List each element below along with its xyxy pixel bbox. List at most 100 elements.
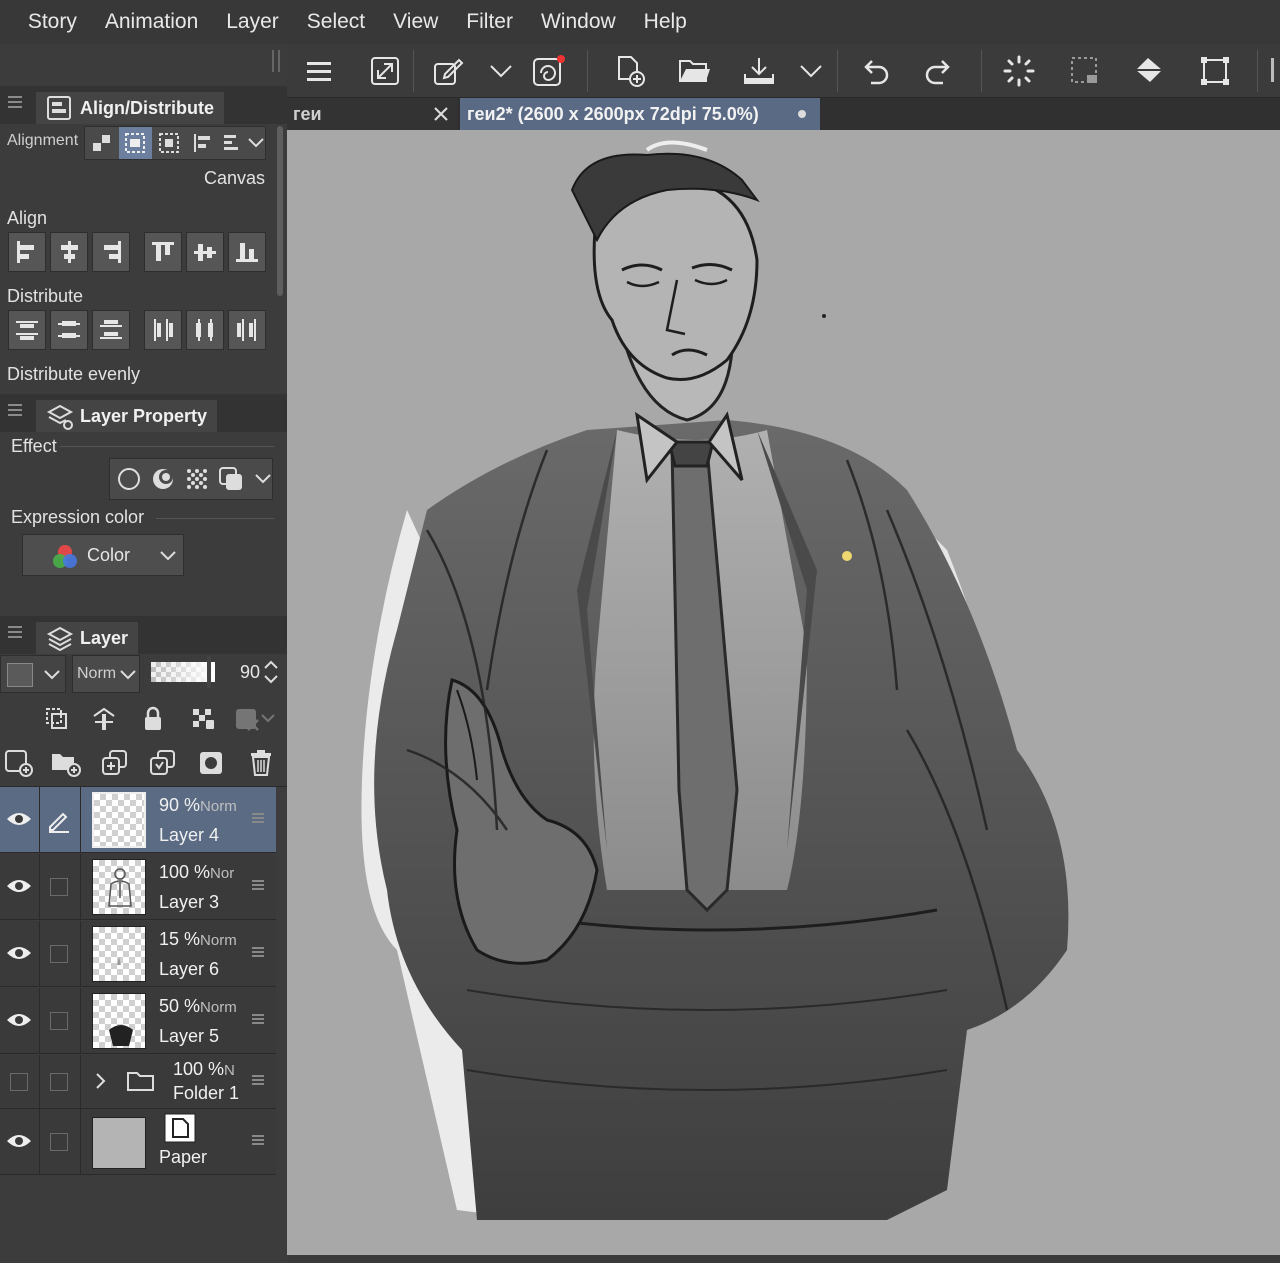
merge-down-icon[interactable] [148,748,178,778]
distribute-top-button[interactable] [8,310,46,350]
layer-row-paper[interactable]: Paper [0,1109,276,1175]
fit-canvas-icon[interactable] [367,53,403,89]
layer-row-layer-3[interactable]: 100 %Nor Layer 3 [0,854,276,920]
lock-transparent-icon[interactable] [190,706,216,732]
layer-mask-icon[interactable] [198,748,226,778]
menu-window[interactable]: Window [527,10,630,34]
extract-line-icon[interactable] [150,466,176,492]
layer-menu-icon[interactable] [252,880,264,890]
mask-display-dropdown[interactable] [234,706,278,732]
doc-tab-gei2-active[interactable]: геи2* (2600 x 2600px 72dpi 75.0%) [460,98,820,130]
new-raster-layer-icon[interactable] [4,748,34,778]
deselect-icon[interactable] [1067,53,1103,89]
chevron-down-icon[interactable] [793,53,829,89]
eye-icon[interactable] [5,943,33,963]
new-file-icon[interactable] [613,53,649,89]
align-left-button[interactable] [8,232,46,272]
tone-effect-icon[interactable] [184,466,210,492]
panel-splitter[interactable] [272,50,280,72]
menu-help[interactable]: Help [630,10,701,34]
layer-menu-icon[interactable] [252,1075,264,1085]
hamburger-menu-icon[interactable] [301,53,337,89]
opacity-slider[interactable] [151,656,215,688]
layer-menu-icon[interactable] [252,1135,264,1145]
eye-icon[interactable] [5,809,33,829]
menu-story-partial[interactable]: t [0,10,14,34]
panel-grip-icon[interactable] [8,96,22,108]
layer-row-layer-4[interactable]: 90 %Norm Layer 4 [0,787,276,853]
layer-row-layer-5[interactable]: 50 %Norm Layer 5 [0,988,276,1054]
chevron-right-icon[interactable] [94,1071,108,1091]
align-bottom-button[interactable] [228,232,266,272]
crop-transform-icon[interactable] [1197,53,1233,89]
doc-tab-gei[interactable]: геи [287,98,457,130]
copy-layer-icon[interactable] [100,748,130,778]
align-center-v-button[interactable] [186,232,224,272]
layer-edit-checkbox[interactable] [50,945,68,963]
alignment-basis-selector[interactable] [84,126,266,160]
chevron-down-icon[interactable] [247,136,265,150]
align-center-h-button[interactable] [50,232,88,272]
open-folder-icon[interactable] [677,53,713,89]
new-folder-icon[interactable] [50,748,82,778]
lock-icon[interactable] [142,706,164,732]
blend-mode-dropdown[interactable]: Norm [72,655,140,693]
align-top-button[interactable] [144,232,182,272]
layer-menu-icon[interactable] [252,813,264,823]
redo-icon[interactable] [921,53,957,89]
menu-view[interactable]: View [379,10,452,34]
menu-select[interactable]: Select [293,10,379,34]
align-basis-more-icon[interactable] [219,127,247,159]
menu-filter[interactable]: Filter [452,10,527,34]
layer-row-layer-6[interactable]: 15 %Norm Layer 6 [0,921,276,987]
drawing-canvas[interactable] [287,130,1280,1255]
layer-menu-icon[interactable] [252,1014,264,1024]
layer-color-dropdown[interactable] [0,655,66,693]
opacity-stepper-icon[interactable] [263,658,279,686]
layer-edit-checkbox[interactable] [50,1073,68,1091]
eye-icon[interactable] [5,1010,33,1030]
panel-grip-icon[interactable] [8,404,22,416]
menu-animation[interactable]: Animation [91,10,212,34]
layer-edit-checkbox[interactable] [50,1012,68,1030]
align-basis-canvas-icon[interactable] [118,127,153,159]
loading-spinner-icon[interactable] [1001,53,1037,89]
align-basis-spacing-icon[interactable] [186,127,220,159]
menu-story[interactable]: Story [14,10,91,34]
quick-access-icon[interactable] [531,53,567,89]
clip-lower-layer-icon[interactable] [44,706,70,732]
eye-icon[interactable] [5,876,33,896]
eye-icon[interactable] [5,1131,33,1151]
effect-selector[interactable] [109,458,273,500]
border-effect-icon[interactable] [116,466,142,492]
fill-bucket-icon[interactable] [1131,53,1167,89]
distribute-bottom-button[interactable] [92,310,130,350]
undo-icon[interactable] [857,53,893,89]
chevron-down-icon[interactable] [254,472,272,486]
align-panel-scrollbar[interactable] [277,126,283,296]
distribute-left-button[interactable] [144,310,182,350]
chevron-down-icon[interactable] [483,53,519,89]
save-download-icon[interactable] [741,53,777,89]
layer-edit-checkbox[interactable] [50,878,68,896]
layer-property-tab[interactable]: Layer Property [36,400,218,432]
distribute-center-h-button[interactable] [186,310,224,350]
panel-grip-icon[interactable] [8,626,22,638]
toolbar-overflow[interactable] [1271,58,1274,82]
distribute-center-v-button[interactable] [50,310,88,350]
align-basis-key-object-icon[interactable] [152,127,186,159]
distribute-right-button[interactable] [228,310,266,350]
transform-tool-icon[interactable] [431,53,467,89]
layer-tab[interactable]: Layer [36,622,139,654]
align-distribute-tab[interactable]: Align/Distribute [36,92,224,124]
layer-row-folder-1[interactable]: 100 %N Folder 1 [0,1055,276,1109]
layer-color-icon[interactable] [218,466,246,492]
align-basis-selection-icon[interactable] [85,127,119,159]
menu-layer[interactable]: Layer [212,10,293,34]
folder-visibility-checkbox[interactable] [10,1073,28,1091]
reference-layer-icon[interactable] [90,706,118,732]
layer-edit-checkbox[interactable] [50,1133,68,1151]
opacity-slider-handle[interactable] [207,656,211,688]
align-right-button[interactable] [92,232,130,272]
expression-color-dropdown[interactable]: Color [22,534,184,576]
